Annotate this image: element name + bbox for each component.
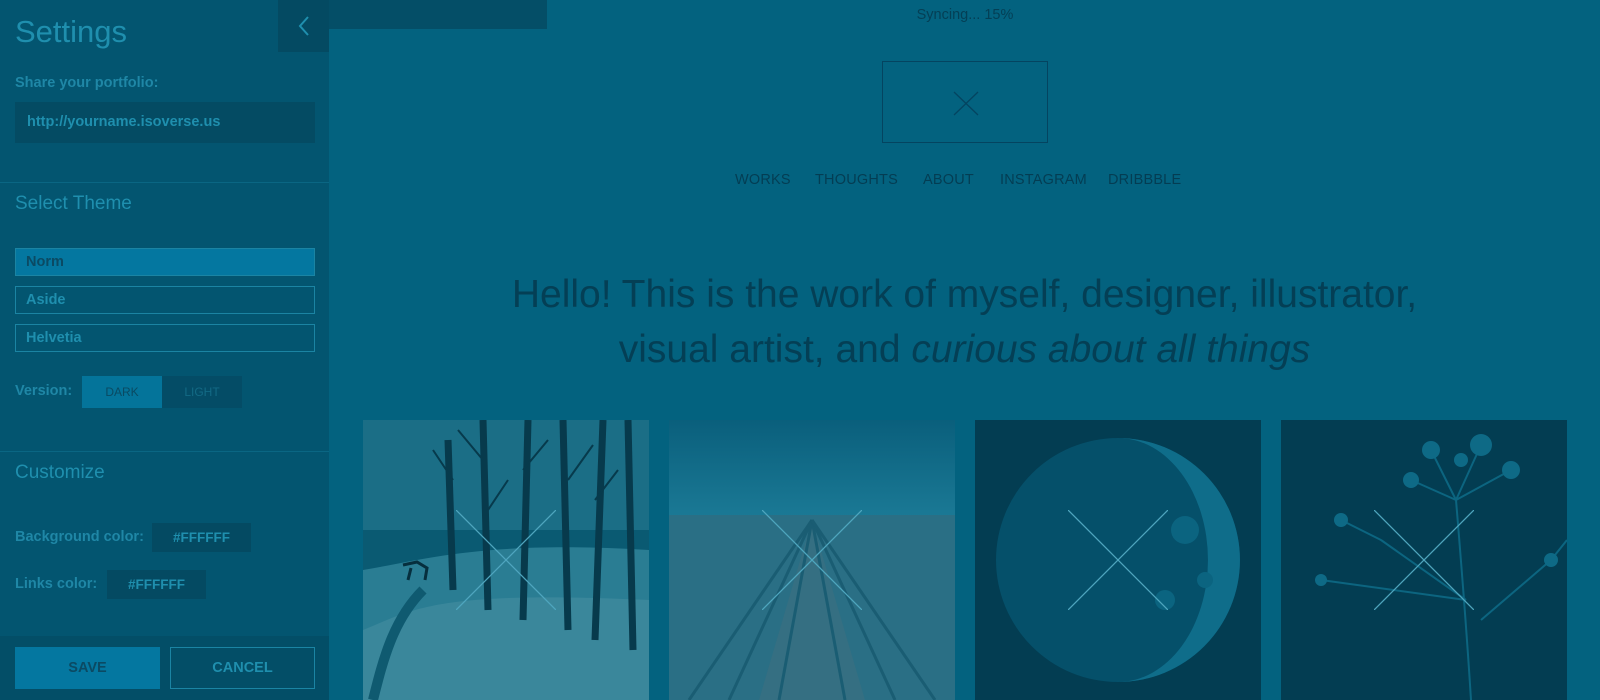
links-color-input[interactable]: #FFFFFF [107, 570, 206, 599]
chevron-left-icon [298, 16, 309, 36]
nav-about[interactable]: ABOUT [923, 172, 974, 188]
portfolio-tile-forest[interactable] [363, 420, 649, 700]
version-dark-button[interactable]: DARK [82, 376, 162, 408]
theme-option-aside[interactable]: Aside [15, 286, 315, 314]
theme-option-norm[interactable]: Norm [15, 248, 315, 276]
hero-line-1: Hello! This is the work of myself, desig… [511, 273, 1418, 316]
theme-option-helvetia[interactable]: Helvetia [15, 324, 315, 352]
background-color-input[interactable]: #FFFFFF [152, 523, 251, 552]
settings-title: Settings [15, 14, 128, 49]
settings-sidebar: Settings Share your portfolio: Select Th… [0, 0, 329, 700]
links-color-label: Links color: [15, 576, 98, 592]
hero-emphasis: curious about all things [911, 328, 1311, 371]
hero-line-2: visual artist, and curious about all thi… [329, 322, 1600, 377]
version-label: Version: [15, 383, 73, 399]
save-button[interactable]: SAVE [15, 647, 160, 689]
portfolio-tile-field[interactable] [669, 420, 955, 700]
divider [0, 182, 329, 183]
customize-title: Customize [15, 462, 105, 483]
divider [0, 451, 329, 452]
portfolio-tile-flower[interactable] [1281, 420, 1567, 700]
image-placeholder-icon [1374, 510, 1474, 610]
hero-text: Hello! This is the work of myself, desig… [329, 267, 1600, 377]
select-theme-title: Select Theme [15, 193, 132, 214]
nav-instagram[interactable]: INSTAGRAM [1000, 172, 1087, 188]
image-placeholder-icon [762, 510, 862, 610]
hero-line-2-prefix: visual artist, and [618, 328, 912, 371]
logo-placeholder[interactable] [882, 61, 1048, 143]
portfolio-url-field[interactable] [15, 102, 315, 143]
back-button[interactable] [278, 0, 329, 52]
share-label: Share your portfolio: [15, 75, 159, 91]
nav-dribbble[interactable]: DRIBBBLE [1108, 172, 1181, 188]
nav-thoughts[interactable]: THOUGHTS [815, 172, 898, 188]
nav-works[interactable]: WORKS [735, 172, 791, 188]
image-placeholder-icon [953, 91, 979, 116]
sync-progress-fill [329, 0, 547, 29]
background-color-label: Background color: [15, 529, 144, 545]
image-placeholder-icon [456, 510, 556, 610]
portfolio-tile-moon[interactable] [975, 420, 1261, 700]
image-placeholder-icon [1068, 510, 1168, 610]
cancel-button[interactable]: CANCEL [170, 647, 315, 689]
version-light-button[interactable]: LIGHT [162, 376, 242, 408]
sync-status: Syncing... 15% [916, 7, 1014, 23]
